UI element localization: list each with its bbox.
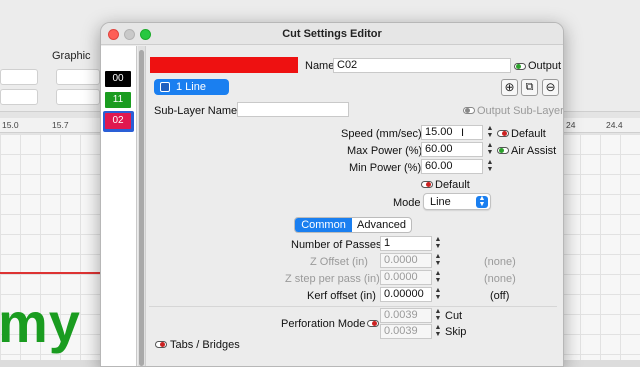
perforation-toggle[interactable] <box>367 320 379 327</box>
passes-stepper[interactable]: ▲ ▼ <box>434 236 442 251</box>
layer-item-00[interactable]: 00 <box>105 71 131 87</box>
output-sublayer-toggle[interactable] <box>463 107 475 114</box>
power-default-toggle[interactable] <box>421 181 433 188</box>
chevron-updown-icon: ▲ ▼ <box>476 195 488 208</box>
canvas-red-line <box>0 272 100 274</box>
name-label: Name <box>305 60 335 72</box>
layer-color-swatch[interactable] <box>150 57 298 73</box>
perforation-skip-stepper[interactable]: ▲ ▼ <box>434 324 442 339</box>
max-power-label: Max Power (%) <box>347 145 423 157</box>
divider <box>149 306 557 307</box>
z-step-note: (none) <box>484 273 516 285</box>
perforation-cut-field[interactable]: 0.0039 <box>380 308 432 323</box>
layer-scrollbar[interactable] <box>138 46 146 366</box>
speed-field[interactable]: 15.00 <box>421 125 483 140</box>
kerf-stepper[interactable]: ▲ ▼ <box>434 287 442 302</box>
z-offset-field[interactable]: 0.0000 <box>380 253 432 268</box>
ruler-tick: 15.0 <box>2 120 19 130</box>
ruler-tick: 24 <box>566 120 576 130</box>
tabs-bridges-label: Tabs / Bridges <box>170 339 240 351</box>
air-assist-toggle[interactable] <box>497 147 509 154</box>
name-field[interactable]: C02 <box>333 58 511 73</box>
air-assist-label: Air Assist <box>511 145 557 157</box>
text-cursor-icon: I <box>461 127 465 139</box>
min-power-label: Min Power (%) <box>349 162 422 174</box>
layer-item-02[interactable]: 02 <box>105 113 131 129</box>
line-badge[interactable]: 1 Line <box>154 79 229 95</box>
tab-advanced[interactable]: Advanced <box>352 218 411 232</box>
speed-default-toggle[interactable] <box>497 130 509 137</box>
output-toggle[interactable] <box>514 63 526 70</box>
mode-select[interactable]: Line ▲ ▼ <box>423 193 491 210</box>
perforation-label: Perforation Mode <box>281 318 366 330</box>
mode-value: Line <box>430 196 451 208</box>
tabs-bridges-toggle[interactable] <box>155 341 167 348</box>
bg-field <box>0 89 38 105</box>
tab-common[interactable]: Common <box>295 218 352 232</box>
speed-stepper[interactable]: ▲ ▼ <box>486 125 494 140</box>
passes-label: Number of Passes <box>291 239 382 251</box>
min-power-stepper[interactable]: ▲ ▼ <box>486 159 494 174</box>
scrollbar-thumb[interactable] <box>139 50 144 366</box>
perforation-skip-field[interactable]: 0.0039 <box>380 324 432 339</box>
speed-default-label: Default <box>511 128 546 140</box>
min-power-field[interactable]: 60.00 <box>421 159 483 174</box>
z-step-field[interactable]: 0.0000 <box>380 270 432 285</box>
z-offset-stepper[interactable]: ▲ ▼ <box>434 253 442 268</box>
z-offset-label: Z Offset (in) <box>310 256 368 268</box>
z-offset-note: (none) <box>484 256 516 268</box>
kerf-note: (off) <box>490 290 510 302</box>
perforation-cut-label: Cut <box>445 310 463 322</box>
speed-label: Speed (mm/sec) <box>341 128 422 140</box>
sublayer-name-field[interactable] <box>237 102 349 117</box>
window-title: Cut Settings Editor <box>282 28 382 40</box>
title-bar: Cut Settings Editor <box>101 23 563 45</box>
layer-item-11[interactable]: 11 <box>105 92 131 108</box>
sublayer-name-label: Sub-Layer Name <box>154 105 238 117</box>
bg-field <box>56 89 100 105</box>
mode-label: Mode <box>393 197 421 209</box>
output-label: Output <box>528 60 562 72</box>
bg-field <box>0 69 38 85</box>
max-power-field[interactable]: 60.00 <box>421 142 483 157</box>
kerf-field[interactable]: 0.00000 <box>380 287 432 302</box>
bg-field <box>56 69 100 85</box>
z-step-stepper[interactable]: ▲ ▼ <box>434 270 442 285</box>
z-step-label: Z step per pass (in) <box>285 273 380 285</box>
kerf-label: Kerf offset (in) <box>307 290 376 302</box>
remove-icon[interactable]: ⊖ <box>542 79 559 96</box>
perforation-skip-label: Skip <box>445 326 467 338</box>
max-power-stepper[interactable]: ▲ ▼ <box>486 142 494 157</box>
line-badge-label: 1 Line <box>176 81 206 93</box>
add-icon[interactable]: ⊕ <box>501 79 518 96</box>
ruler-tick: 15.7 <box>52 120 69 130</box>
output-sublayer-label: Output Sub-Layer <box>477 105 564 117</box>
layer-list: 00 11 02 <box>101 46 137 366</box>
perforation-cut-stepper[interactable]: ▲ ▼ <box>434 308 442 323</box>
copy-icon[interactable]: ⧉ <box>521 79 538 96</box>
line-swatch-icon <box>160 82 170 92</box>
tab-group: Common Advanced <box>294 217 412 233</box>
passes-field[interactable]: 1 <box>380 236 432 251</box>
ruler-tick: 24.4 <box>606 120 623 130</box>
power-default-label: Default <box>435 179 470 191</box>
graphic-label: Graphic <box>52 50 91 62</box>
cut-settings-window: Cut Settings Editor 00 11 02 Name C02 Ou… <box>100 22 564 367</box>
